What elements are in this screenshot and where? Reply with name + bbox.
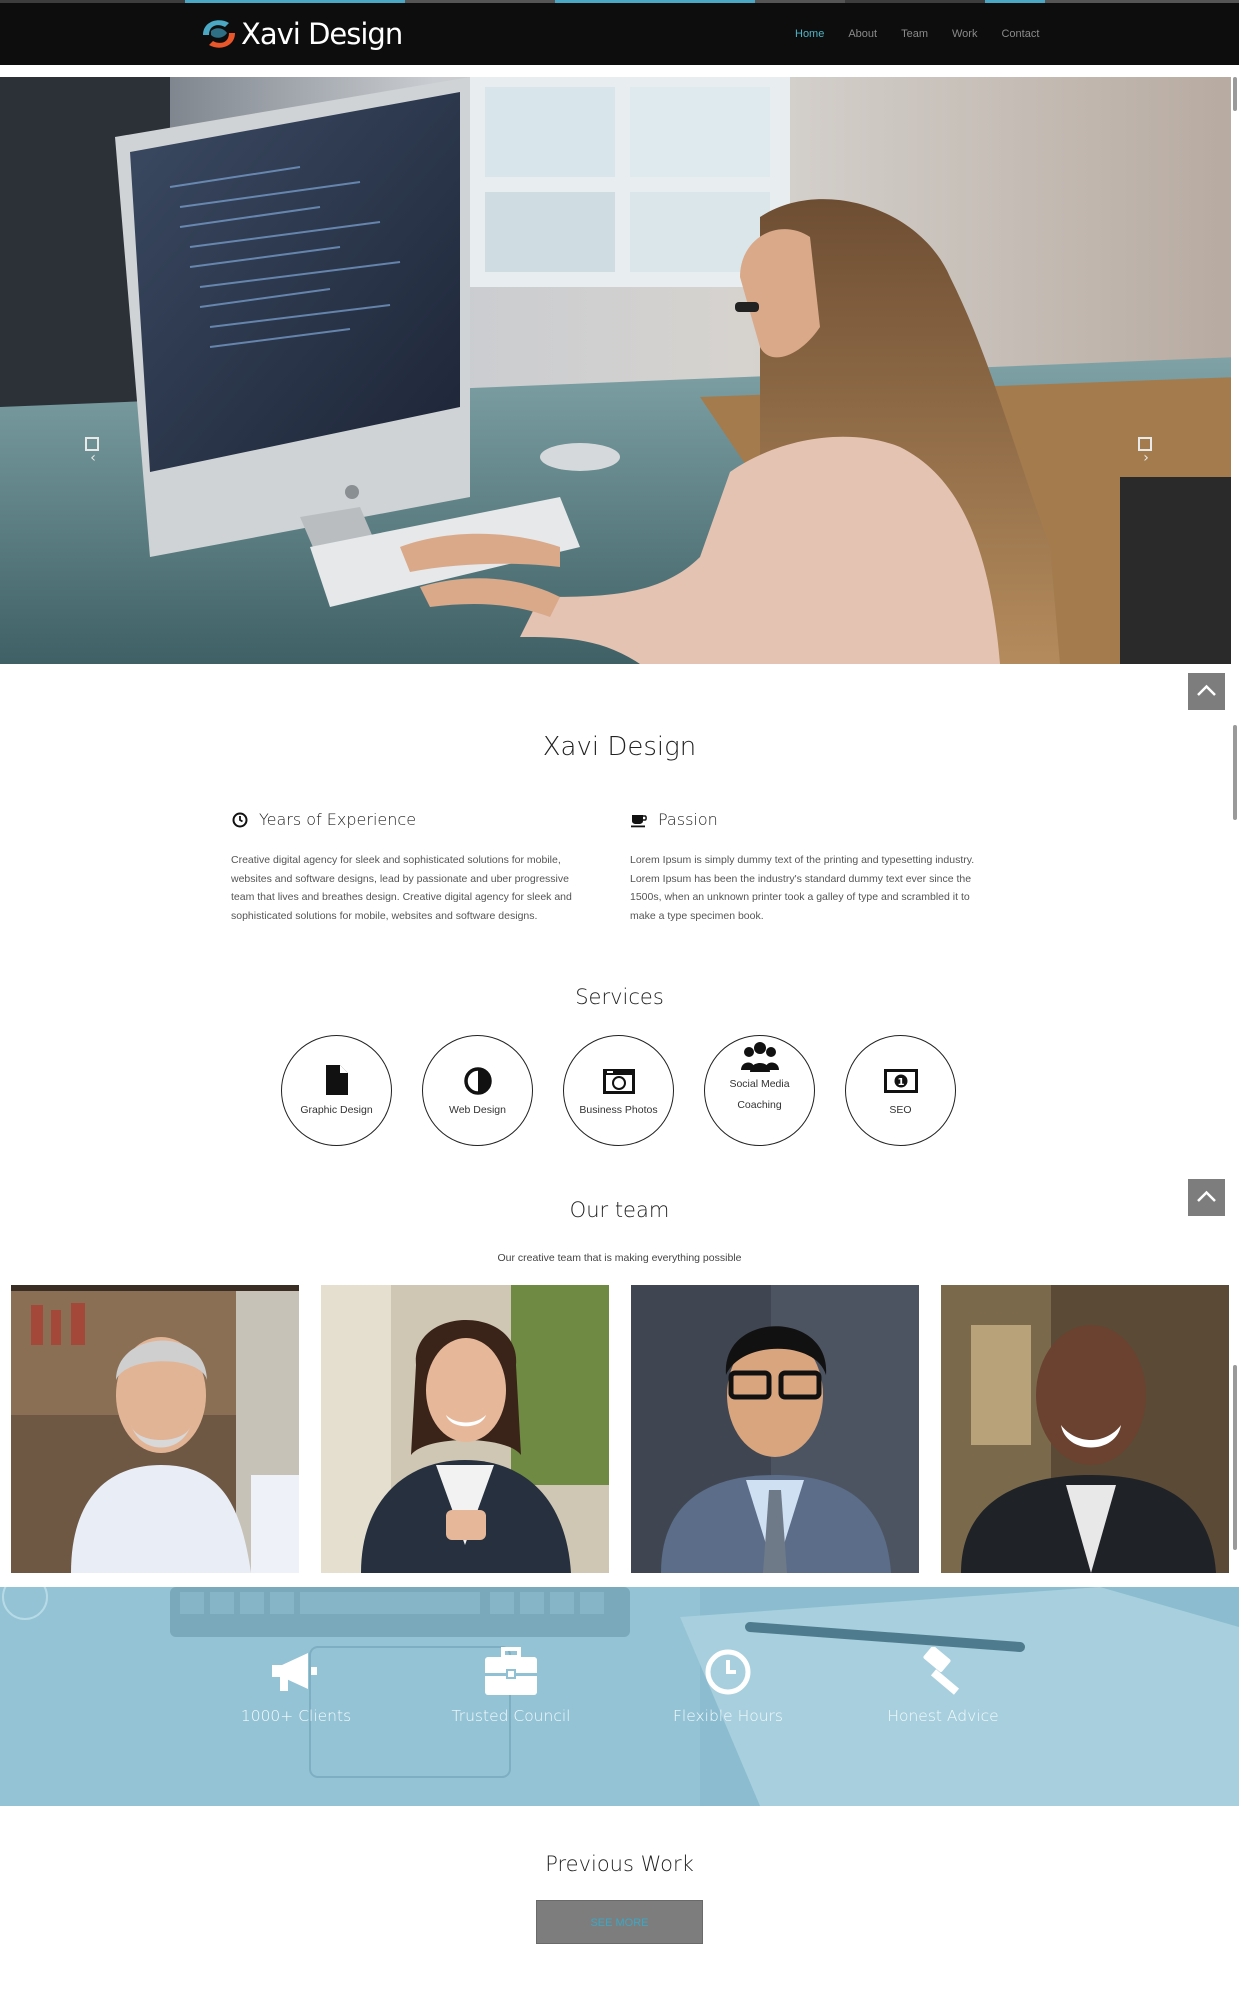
nav-contact[interactable]: Contact [1001,28,1039,40]
about-experience: Years of Experience Creative digital age… [231,810,591,925]
scrollbar-thumb[interactable] [1233,77,1237,111]
bullhorn-icon [272,1653,317,1691]
about-passion: Passion Lorem Ipsum is simply dummy text… [630,810,990,925]
service-label: SEO [889,1104,912,1116]
about-passion-title: Passion [658,810,718,829]
briefcase-icon [485,1647,537,1695]
coffee-icon [631,814,647,827]
feature-label: Flexible Hours [673,1707,783,1725]
scrollbar-thumb-3[interactable] [1233,1365,1237,1550]
service-label: Graphic Design [300,1104,373,1116]
carousel-next-button[interactable]: › [1138,437,1154,467]
chevron-left-icon: ‹ [90,450,96,466]
team-member-photo [321,1285,609,1573]
logo-swirl-icon [203,20,235,48]
team-member-photo [11,1285,299,1573]
team-title: Our team [569,1198,670,1222]
chevron-right-icon: › [1143,450,1149,466]
brand-name: Xavi Design [241,17,403,51]
main-nav: Home About Team Work Contact [795,28,1063,40]
svg-text:1: 1 [897,1077,904,1088]
feature-label: 1000+ Clients [240,1707,352,1725]
about-passion-heading: Passion [630,810,990,829]
square-icon [85,437,99,451]
square-icon [1138,437,1152,451]
feature-label: Trusted Council [451,1707,571,1725]
clock-icon [232,812,248,827]
nav-home[interactable]: Home [795,28,824,40]
contrast-icon [463,1067,492,1095]
camera-icon [602,1069,635,1094]
feature-trusted-council: Trusted Council [421,1647,601,1725]
see-more-button[interactable]: See more [536,1900,703,1944]
service-graphic-design[interactable]: Graphic Design [281,1035,392,1146]
service-seo[interactable]: 1 SEO [845,1035,956,1146]
features-band: 1000+ Clients Trusted Council Flexible H… [0,1587,1239,1806]
back-to-top-button[interactable] [1188,673,1225,710]
work-title: Previous Work [545,1852,694,1876]
brand-logo[interactable]: Xavi Design [197,13,403,55]
about-experience-heading: Years of Experience [231,810,591,829]
team-member-photo [631,1285,919,1573]
feature-clients: 1000+ Clients [206,1647,386,1725]
team-subtitle: Our creative team that is making everyth… [497,1252,742,1264]
feature-honest-advice: Honest Advice [853,1647,1033,1725]
service-business-photos[interactable]: Business Photos [563,1035,674,1146]
gavel-icon [923,1647,960,1695]
about-title: Xavi Design [542,732,697,762]
nav-work[interactable]: Work [952,28,977,40]
team-member-photo [941,1285,1229,1573]
about-experience-title: Years of Experience [259,810,417,829]
hero-image [0,77,1239,664]
service-web-design[interactable]: Web Design [422,1035,533,1146]
nav-team[interactable]: Team [901,28,928,40]
users-icon [740,1042,779,1072]
file-icon [325,1065,348,1095]
feature-label: Honest Advice [887,1707,999,1725]
carousel-prev-button[interactable]: ‹ [85,437,101,467]
service-social-media-coaching[interactable]: Social Media Coaching [704,1035,815,1146]
feature-flexible-hours: Flexible Hours [638,1647,818,1725]
chevron-up-icon [1197,684,1216,696]
navbar: Xavi Design Home About Team Work Contact [0,3,1239,65]
money-icon: 1 [883,1069,918,1093]
nav-separator [0,65,1239,77]
about-passion-text: Lorem Ipsum is simply dummy text of the … [630,854,975,922]
service-label: Web Design [448,1104,506,1116]
features-background-image [0,1587,1239,1806]
nav-about[interactable]: About [848,28,877,40]
hero-carousel: ‹ › [0,77,1239,664]
about-experience-text: Creative digital agency for sleek and so… [231,854,572,922]
services-title: Services [575,985,664,1009]
service-label: Social Media Coaching [729,1078,790,1111]
clock-icon [705,1649,751,1695]
service-label: Business Photos [579,1104,658,1116]
